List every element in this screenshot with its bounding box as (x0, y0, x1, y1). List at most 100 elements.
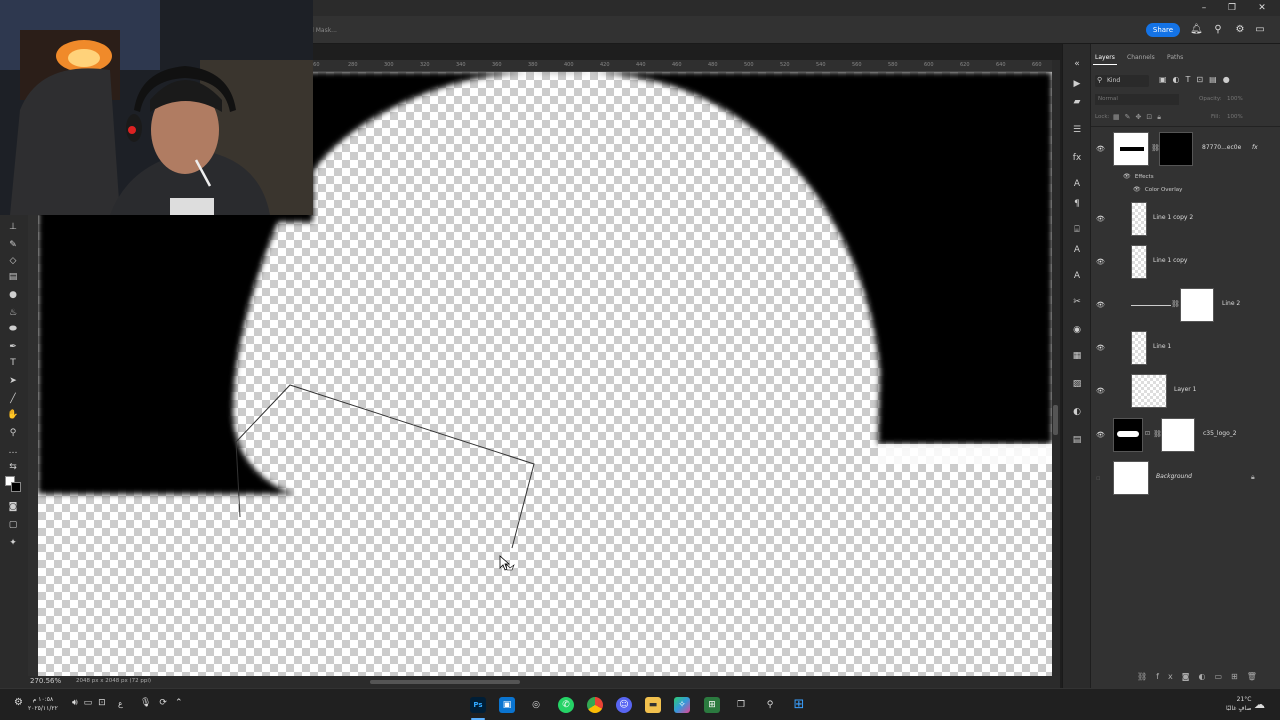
tray-icons-2[interactable]: 🎙︎⟳⌃ (140, 698, 191, 708)
fill-value[interactable]: 100% (1227, 114, 1243, 120)
screen-mode-icon[interactable]: ▢ (6, 518, 20, 532)
layer-name[interactable]: c35_logo_2 (1203, 430, 1237, 437)
chrome-icon[interactable] (587, 697, 603, 713)
share-button[interactable]: Share (1146, 23, 1180, 37)
vertical-scrollbar[interactable] (1052, 60, 1060, 676)
blur-tool-icon[interactable]: ● (6, 288, 20, 302)
layer-name[interactable]: Background (1156, 473, 1192, 480)
quick-mask-icon[interactable]: ◙ (6, 500, 20, 514)
effects-row[interactable]: 👁︎ Effects (1123, 172, 1154, 180)
layer-row[interactable]: 👁︎ Line 1 copy 2 (1091, 198, 1271, 241)
fx-badge[interactable]: fx (1252, 144, 1258, 151)
document-tab[interactable]: d Mask... (304, 24, 414, 38)
screen-capture-icon[interactable]: ▣ (499, 697, 515, 713)
path-select-icon[interactable]: ➤ (6, 374, 20, 388)
layer-filter-select[interactable]: ⚲ Kind (1095, 75, 1149, 87)
layer-row[interactable]: 👁︎ Line 1 copy (1091, 241, 1271, 284)
swatches-icon[interactable]: ▦ (1071, 350, 1083, 362)
panel-collapse-icon[interactable]: « (1071, 58, 1083, 70)
search-icon[interactable]: ⚲ (1212, 24, 1224, 36)
clone-source-icon[interactable]: ◉ (1071, 324, 1083, 336)
eye-icon[interactable]: 👁︎ (1096, 301, 1106, 309)
minimize-icon[interactable]: – (1198, 2, 1210, 14)
comment-icon[interactable]: ▰ (1071, 96, 1083, 108)
adjustments-icon[interactable]: ☰ (1071, 124, 1083, 136)
store-icon[interactable]: ⊞ (704, 697, 720, 713)
layer-mask-thumbnail[interactable] (1159, 132, 1193, 166)
generative-icon[interactable]: ✦ (6, 536, 20, 550)
layer-row[interactable]: 👁︎ Line 1 (1091, 327, 1271, 370)
close-icon[interactable]: ✕ (1256, 2, 1268, 14)
search-icon[interactable]: ⚲ (762, 697, 778, 713)
tray-icons[interactable]: 🔊︎▭⊡ (72, 698, 112, 708)
settings-icon[interactable]: ⚙ (14, 697, 23, 708)
layer-row[interactable]: 👁︎ ⛓ 87770...ec0e fx (1091, 128, 1271, 171)
clock[interactable]: ١٠:٥٨ م ٢٠٢٥/١١/٢٢ (28, 695, 58, 713)
hand-tool-icon[interactable]: ✋ (6, 408, 20, 422)
zoom-level[interactable]: 270.56% (30, 677, 61, 685)
layer-row[interactable]: 👁︎ ⛓ Line 2 (1091, 284, 1271, 327)
eye-icon[interactable]: 👁︎ (1096, 387, 1106, 395)
layer-name[interactable]: Line 1 copy (1153, 257, 1187, 264)
history-brush-icon[interactable]: ✎ (6, 238, 20, 252)
eye-icon[interactable]: ▫ (1096, 474, 1106, 482)
lock-icons[interactable]: ▦✎✥⊡🔒︎ (1113, 113, 1166, 122)
eye-icon[interactable]: 👁︎ (1096, 431, 1106, 439)
eye-icon[interactable]: 👁︎ (1096, 258, 1106, 266)
whatsapp-icon[interactable]: ✆ (558, 697, 574, 713)
layer-actions-bar[interactable]: ⛓fx◙◐▭⊞🗑︎ (1137, 672, 1266, 681)
paragraph-icon[interactable]: ¶ (1071, 198, 1083, 210)
play-icon[interactable]: ▶ (1071, 78, 1083, 90)
color-overlay-row[interactable]: 👁︎ Color Overlay (1133, 185, 1182, 193)
language-indicator[interactable]: ع (118, 699, 123, 708)
photoshop-icon[interactable]: Ps (470, 697, 486, 713)
color-icon[interactable]: ◐ (1071, 406, 1083, 418)
more-tools-icon[interactable]: … (6, 444, 20, 458)
layer-name[interactable]: Layer 1 (1174, 386, 1196, 393)
eye-icon[interactable]: 👁︎ (1096, 145, 1106, 153)
libraries-icon[interactable]: ▤ (1071, 434, 1083, 446)
file-explorer-icon[interactable]: ▬ (645, 697, 661, 713)
burn-tool-icon[interactable]: ⬬ (6, 322, 20, 336)
document-info[interactable]: 2048 px x 2048 px (72 ppi) (76, 678, 151, 684)
tab-paths[interactable]: Paths (1167, 54, 1183, 61)
gradient-tool-icon[interactable]: ▤ (6, 270, 20, 284)
fx-icon[interactable]: fx (1071, 152, 1083, 164)
discord-icon[interactable]: ☺ (616, 697, 632, 713)
character-icon[interactable]: A (1071, 178, 1083, 190)
tab-layers[interactable]: Layers (1095, 54, 1115, 61)
workspace-icon[interactable]: ▭ (1254, 24, 1266, 36)
eraser-tool-icon[interactable]: ◇ (6, 254, 20, 268)
stamp-tool-icon[interactable]: ⊥ (6, 220, 20, 234)
blend-mode-select[interactable]: Normal (1095, 94, 1179, 105)
zoom-tool-icon[interactable]: ⚲ (6, 426, 20, 440)
layer-row[interactable]: 👁︎ Layer 1 (1091, 370, 1271, 413)
char-styles-icon[interactable]: A (1071, 244, 1083, 256)
gear-icon[interactable]: ⚙ (1234, 24, 1246, 36)
pen-tool-icon[interactable]: ✒ (6, 340, 20, 354)
eye-icon[interactable]: 👁︎ (1133, 186, 1141, 193)
layer-name[interactable]: Line 1 copy 2 (1153, 214, 1193, 221)
layer-name[interactable]: Line 1 (1153, 343, 1171, 350)
eye-icon[interactable]: 👁︎ (1096, 215, 1106, 223)
copilot-icon[interactable]: ✧ (674, 697, 690, 713)
background-color-swatch[interactable] (11, 482, 21, 492)
horizontal-scroll-thumb[interactable] (370, 680, 520, 684)
task-view-icon[interactable]: ❐ (733, 697, 749, 713)
layer-mask-thumbnail[interactable] (1161, 418, 1195, 452)
line-tool-icon[interactable]: ╱ (6, 392, 20, 406)
bell-icon[interactable]: 🔔︎ (1190, 24, 1203, 36)
swap-colors-icon[interactable]: ⇆ (6, 460, 20, 474)
layer-name[interactable]: Line 2 (1222, 300, 1240, 307)
gradients-icon[interactable]: ▨ (1071, 378, 1083, 390)
layer-row[interactable]: ▫ Background 🔒︎ (1091, 457, 1271, 500)
glyphs-icon[interactable]: ⌸ (1071, 224, 1083, 236)
layer-mask-thumbnail[interactable] (1180, 288, 1214, 322)
eye-icon[interactable]: 👁︎ (1123, 173, 1131, 180)
chain-icon[interactable]: ⛓ (1171, 300, 1180, 308)
layer-name[interactable]: 87770...ec0e (1202, 144, 1241, 151)
tools-preset-icon[interactable]: ✂ (1071, 296, 1083, 308)
type-tool-icon[interactable]: T (6, 356, 20, 370)
tab-channels[interactable]: Channels (1127, 54, 1155, 61)
restore-icon[interactable]: ❐ (1226, 2, 1238, 14)
